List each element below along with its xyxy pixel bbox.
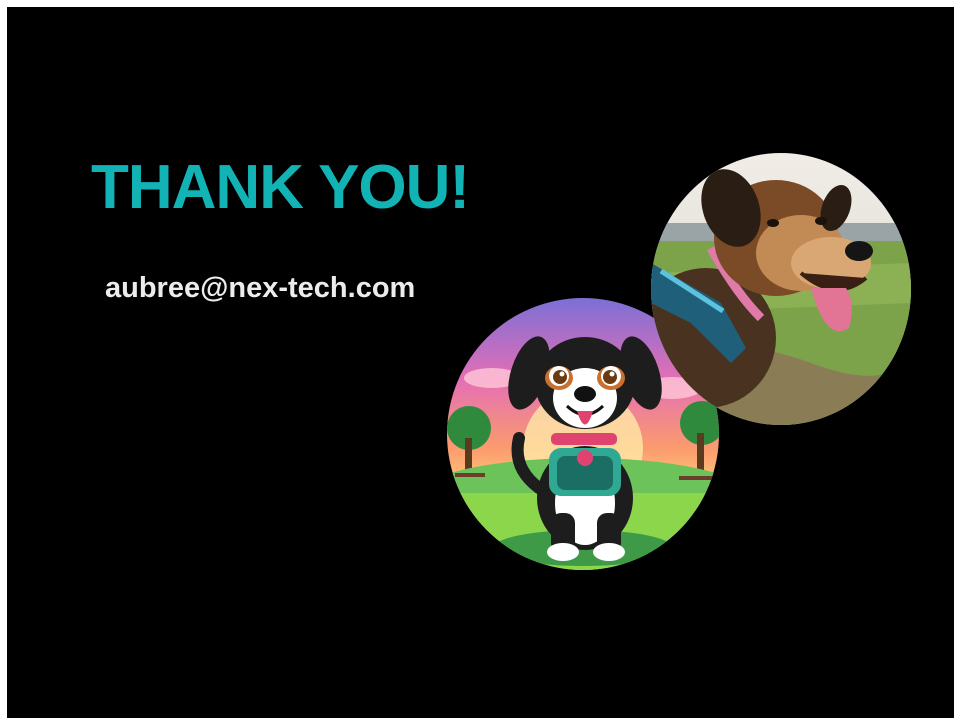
dog-photo-image — [651, 153, 911, 425]
contact-email: aubree@nex-tech.com — [105, 272, 416, 304]
dog-photo-icon — [651, 153, 911, 425]
slide-title: THANK YOU! — [91, 153, 470, 222]
slide: THANK YOU! aubree@nex-tech.com — [7, 7, 954, 718]
